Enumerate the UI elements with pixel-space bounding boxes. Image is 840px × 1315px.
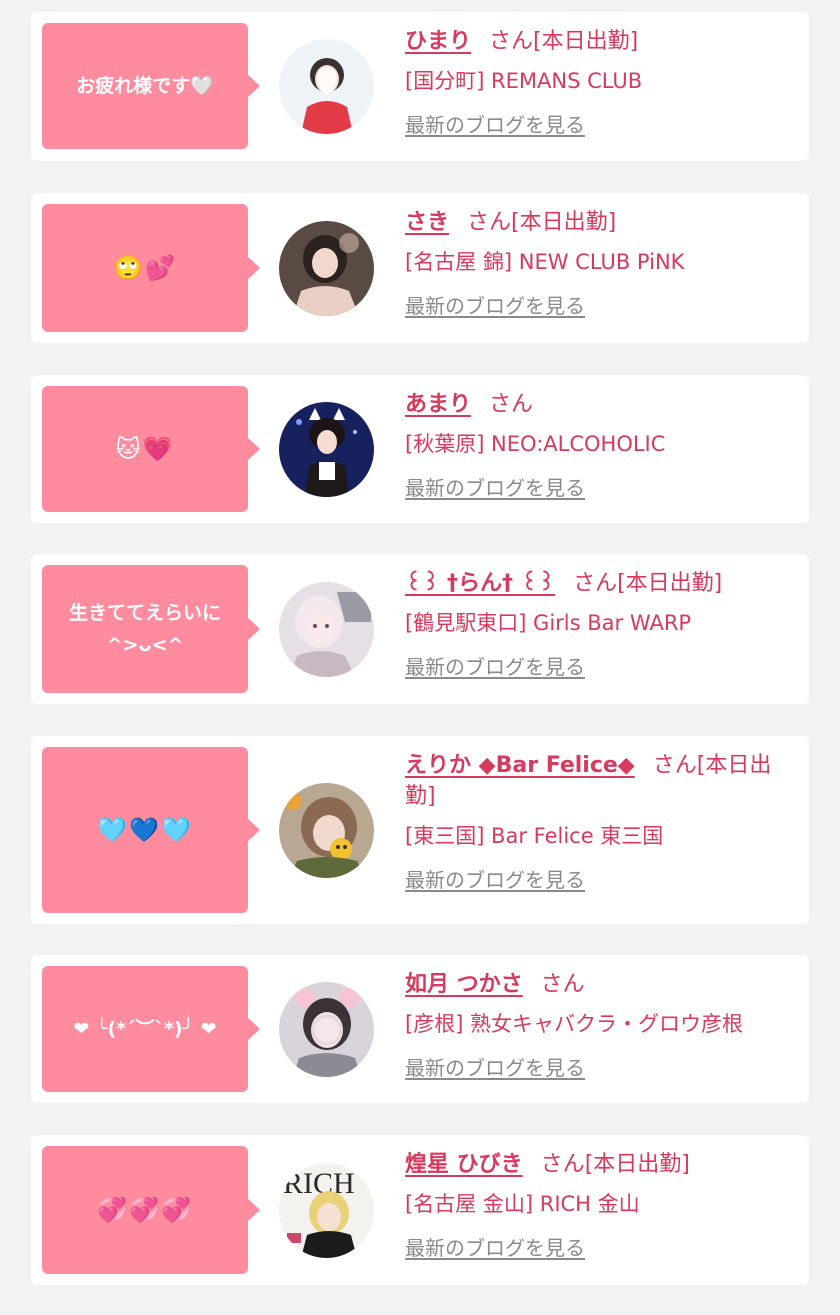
shop-label: [国分町] REMANS CLUB [405,69,643,93]
status-label: [本日出勤] [533,29,639,54]
message-text: 💞💞💞 [97,1196,193,1224]
cast-name-link[interactable]: さき [405,210,449,235]
entry-heading: 如月 つかさ さん [405,969,797,1000]
shop-label: [東三国] Bar Felice 東三国 [405,824,664,848]
entry-heading: ꒰꒱ †らん† ꒰꒱ さん[本日出勤] [405,568,797,599]
entry-heading: さき さん[本日出勤] [405,207,797,238]
entry-info: ひまり さん[本日出勤] [国分町] REMANS CLUB 最新のブログを見る [405,26,797,139]
avatar[interactable] [279,39,374,134]
blog-entry-card: お疲れ様です🤍 ひまり さん[本日出勤] [国分町] REMANS CLUB 最新… [31,12,809,161]
shop-label: [名古屋 金山] RICH 金山 [405,1192,640,1216]
latest-blog-link[interactable]: 最新のブログを見る [405,866,585,894]
message-text: 🙄💕 [113,254,177,282]
message-text: 🩵💙🩵 [97,816,193,844]
message-bubble: ❤ ╰(*´︶`*)╯ ❤ [42,966,260,1092]
latest-blog-link[interactable]: 最新のブログを見る [405,292,585,320]
cast-name-link[interactable]: ꒰꒱ †らん† ꒰꒱ [405,571,555,596]
latest-blog-link[interactable]: 最新のブログを見る [405,111,585,139]
entry-heading: ひまり さん[本日出勤] [405,26,797,57]
entry-info: ꒰꒱ †らん† ꒰꒱ さん[本日出勤] [鶴見駅東口] Girls Bar WAR… [405,568,797,681]
status-label: [本日出勤] [584,1152,690,1177]
san-suffix: さん [467,210,512,235]
blog-entry-card: 🩵💙🩵 えりか ◆Bar Felice◆ さん[本日出勤] [東三国] Bar F… [31,736,809,924]
cast-name-link[interactable]: ひまり [405,29,471,54]
avatar[interactable]: RICH [279,1163,374,1258]
cast-name-link[interactable]: あまり [405,392,471,417]
san-suffix: さん [652,753,697,778]
message-bubble: 🐱💗 [42,386,260,512]
blog-entry-card: 🙄💕 さき さん[本日出勤] [名古屋 錦] NEW CLUB PiNK 最新のブ… [31,193,809,343]
message-text: お疲れ様です🤍 [76,75,214,97]
latest-blog-link[interactable]: 最新のブログを見る [405,1054,585,1082]
shop-label: [彦根] 熟女キャバクラ・グロウ彦根 [405,1012,744,1036]
message-bubble: 🩵💙🩵 [42,747,260,913]
avatar[interactable] [279,582,374,677]
blog-entry-card: ❤ ╰(*´︶`*)╯ ❤ 如月 つかさ さん [彦根] 熟女キャバクラ・グロウ彦… [31,955,809,1103]
shop-label: [名古屋 錦] NEW CLUB PiNK [405,250,685,274]
message-text: ❤ ╰(*´︶`*)╯ ❤ [73,1018,217,1040]
message-text: 生きててえらいに ^>ᴗ<^ [68,602,221,656]
latest-blog-link[interactable]: 最新のブログを見る [405,474,585,502]
san-suffix: さん [540,1152,585,1177]
message-bubble: 生きててえらいに ^>ᴗ<^ [42,565,260,693]
entry-heading: えりか ◆Bar Felice◆ さん[本日出勤] [405,750,797,812]
cast-name-link[interactable]: えりか ◆Bar Felice◆ [405,753,635,778]
status-label: [本日出勤] [511,210,617,235]
blog-entry-card: 生きててえらいに ^>ᴗ<^ ꒰꒱ †らん† ꒰꒱ さん[本日出勤] [鶴見駅東口… [31,554,809,704]
cast-name-link[interactable]: 如月 つかさ [405,972,523,997]
message-bubble: 🙄💕 [42,204,260,332]
shop-label: [鶴見駅東口] Girls Bar WARP [405,611,692,635]
message-bubble: 💞💞💞 [42,1146,260,1274]
blog-entry-card: 🐱💗 あまり さん [秋葉原] NEO:ALCOHOLIC 最新のブログを見る [31,375,809,523]
status-label: [本日出勤] [617,571,723,596]
message-bubble: お疲れ様です🤍 [42,23,260,149]
entry-info: 煌星 ひびき さん[本日出勤] [名古屋 金山] RICH 金山 最新のブログを見… [405,1149,797,1262]
avatar[interactable] [279,982,374,1077]
blog-entry-card: 💞💞💞 RICH 煌星 ひびき さん[本日出勤] [名古屋 金山] RICH 金山… [31,1135,809,1285]
entry-info: あまり さん [秋葉原] NEO:ALCOHOLIC 最新のブログを見る [405,389,797,502]
san-suffix: さん [573,571,618,596]
entry-heading: 煌星 ひびき さん[本日出勤] [405,1149,797,1180]
san-suffix: さん [489,29,534,54]
avatar[interactable] [279,402,374,497]
blog-entry-list: お疲れ様です🤍 ひまり さん[本日出勤] [国分町] REMANS CLUB 最新… [0,0,840,1315]
entry-info: さき さん[本日出勤] [名古屋 錦] NEW CLUB PiNK 最新のブログを… [405,207,797,320]
message-text: 🐱💗 [115,435,175,463]
cast-name-link[interactable]: 煌星 ひびき [405,1152,523,1177]
avatar[interactable] [279,221,374,316]
entry-heading: あまり さん [405,389,797,420]
shop-label: [秋葉原] NEO:ALCOHOLIC [405,432,666,456]
san-suffix: さん [489,392,534,417]
latest-blog-link[interactable]: 最新のブログを見る [405,1234,585,1262]
entry-info: えりか ◆Bar Felice◆ さん[本日出勤] [東三国] Bar Felic… [405,750,797,894]
avatar[interactable] [279,783,374,878]
entry-info: 如月 つかさ さん [彦根] 熟女キャバクラ・グロウ彦根 最新のブログを見る [405,969,797,1082]
latest-blog-link[interactable]: 最新のブログを見る [405,653,585,681]
san-suffix: さん [540,972,585,997]
